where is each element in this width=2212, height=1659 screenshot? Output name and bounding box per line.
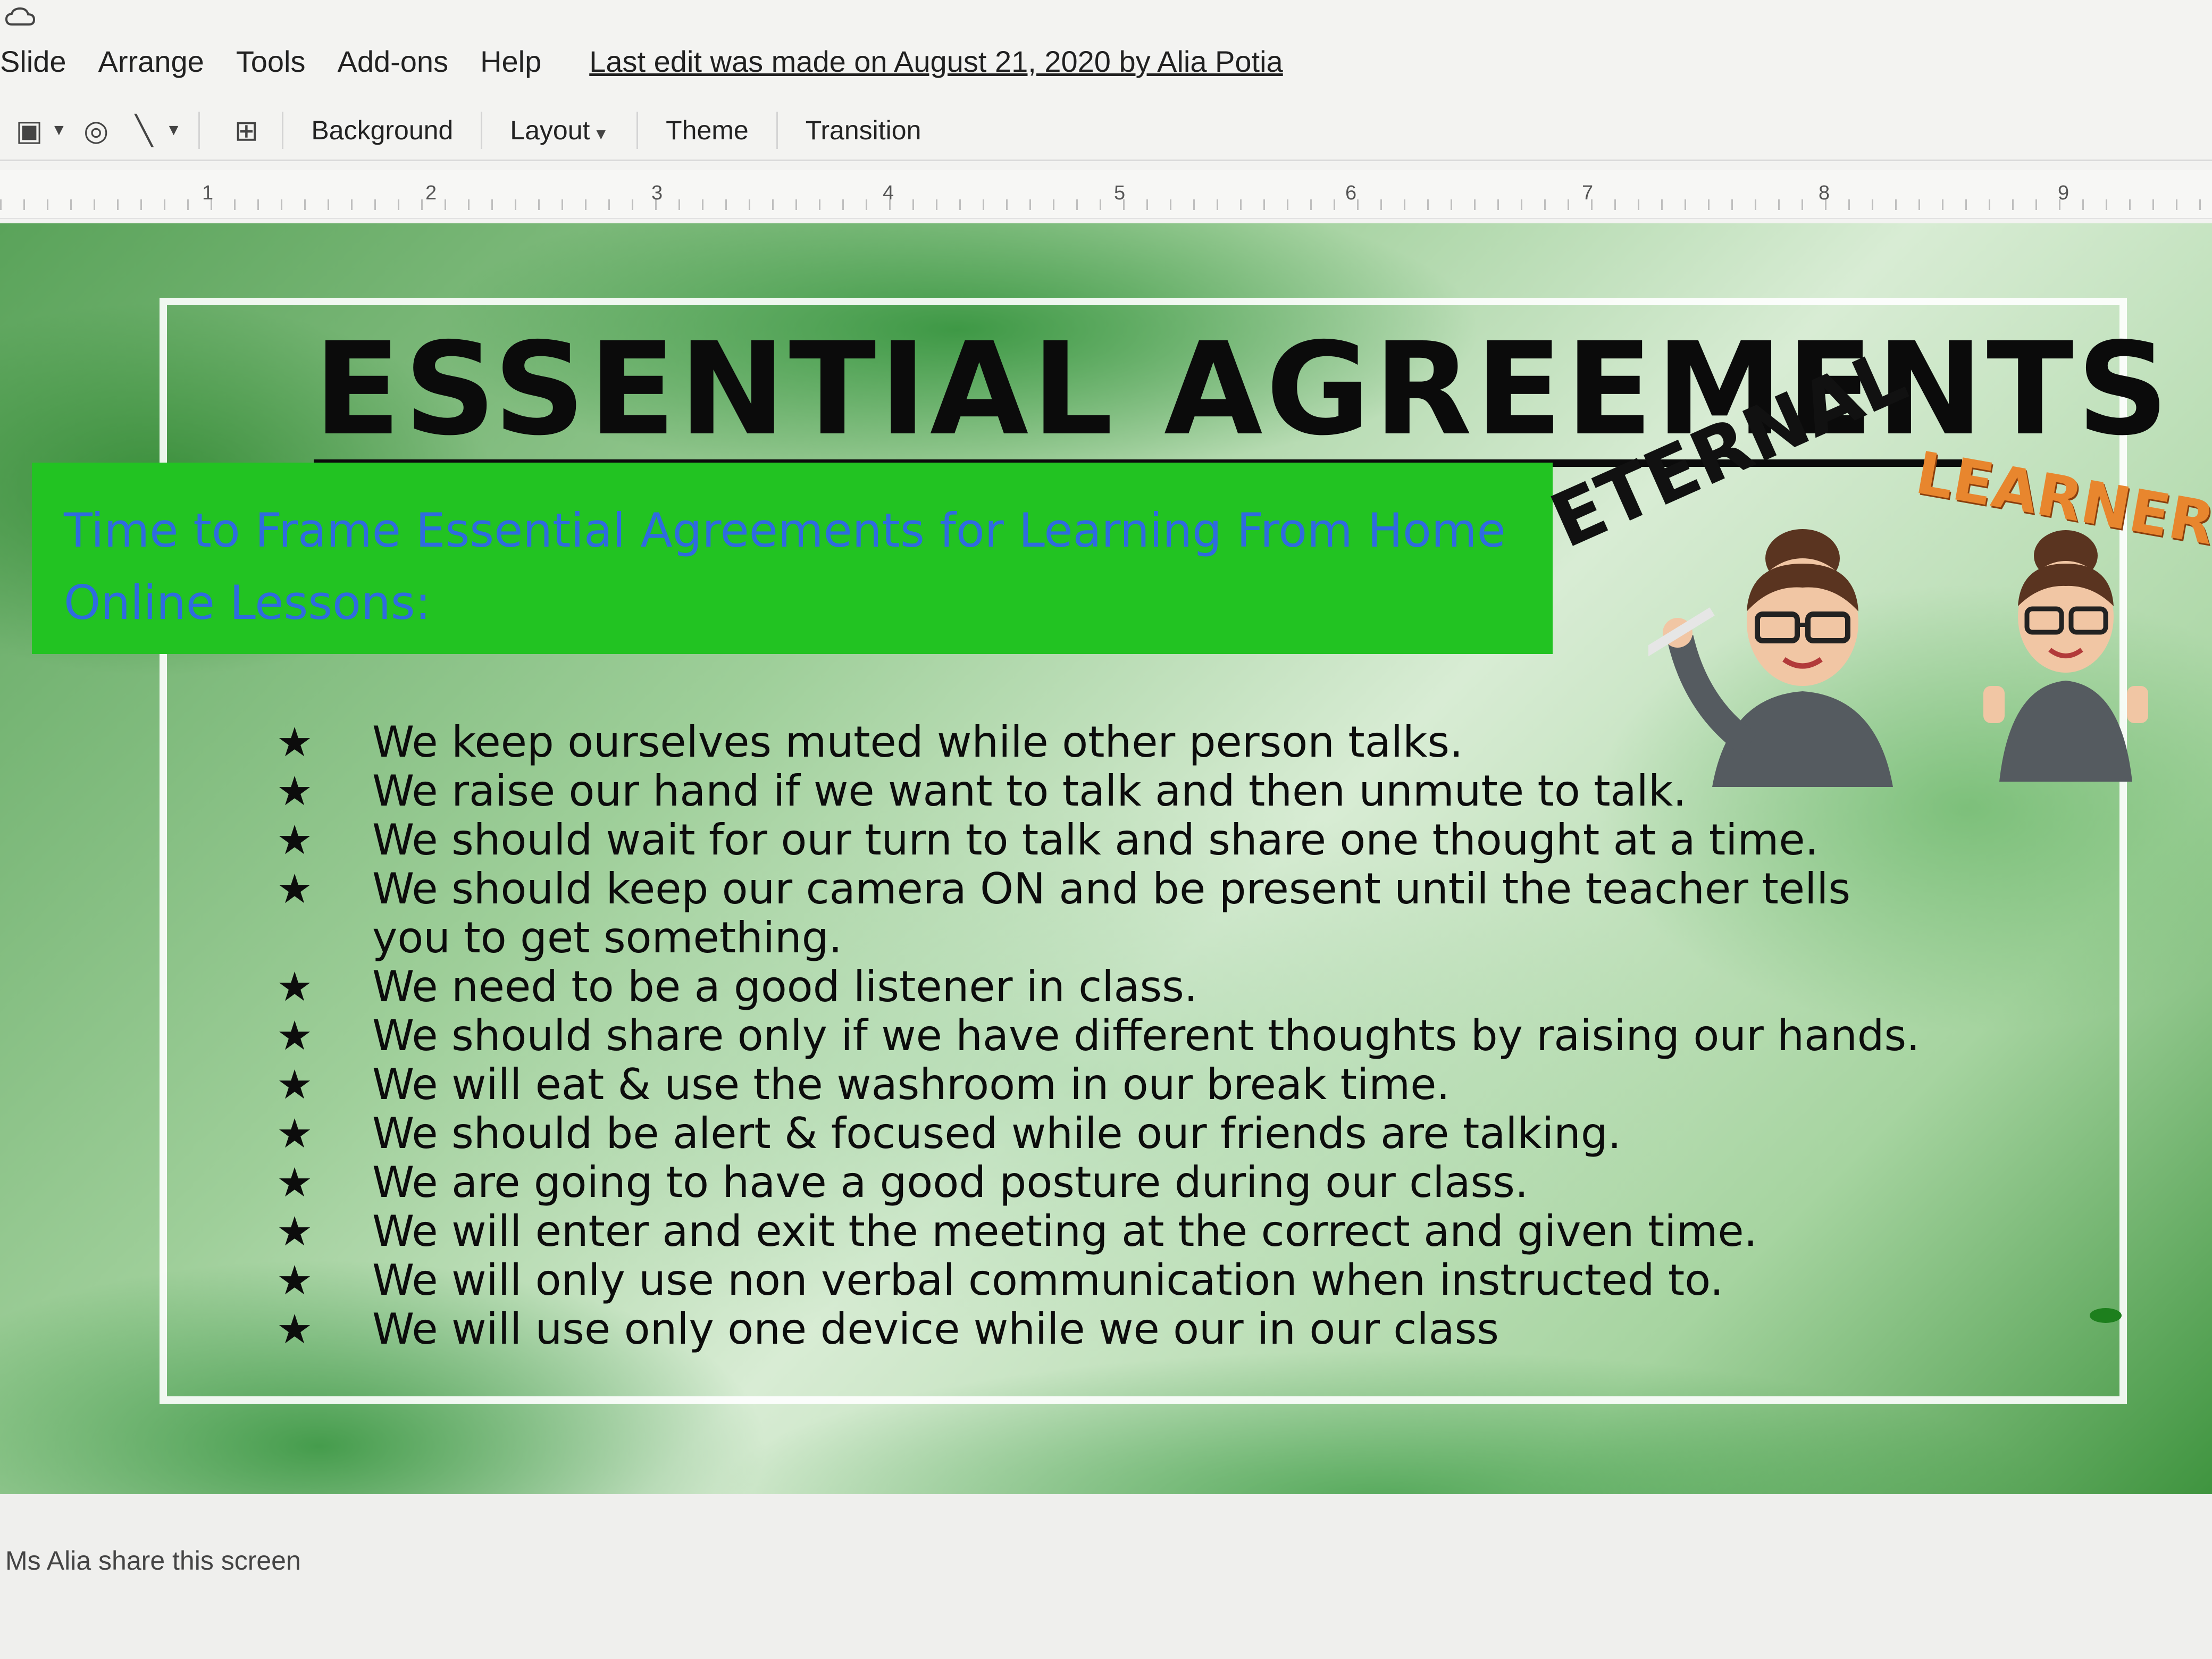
star-bullet-icon: ★ — [276, 816, 313, 864]
agreement-text: We should keep our camera ON and be pres… — [372, 864, 1851, 962]
list-item: ★ We will enter and exit the meeting at t… — [276, 1207, 1925, 1256]
image-insert-icon[interactable]: ▣ — [11, 112, 48, 149]
subtitle-line-2: Online Lessons: — [64, 575, 431, 630]
menu-slide[interactable]: Slide — [0, 44, 66, 79]
agreement-text: We should wait for our turn to talk and … — [372, 815, 1819, 865]
transition-button[interactable]: Transition — [795, 115, 932, 146]
ruler-mark: 7 — [1582, 182, 1594, 204]
menu-arrange[interactable]: Arrange — [98, 44, 204, 79]
menu-add-ons[interactable]: Add-ons — [338, 44, 449, 79]
horizontal-ruler[interactable]: 1 2 3 4 5 6 7 8 9 — [0, 170, 2212, 219]
google-slides-window: Slide Arrange Tools Add-ons Help Last ed… — [0, 0, 2212, 1659]
menu-tools[interactable]: Tools — [236, 44, 306, 79]
list-item: ★ We keep ourselves muted while other per… — [276, 718, 1925, 767]
agreement-text: We will only use non verbal communicatio… — [372, 1255, 1724, 1305]
agreement-text: We need to be a good listener in class. — [372, 962, 1198, 1011]
background-button[interactable]: Background — [300, 115, 464, 146]
star-bullet-icon: ★ — [276, 1110, 313, 1157]
subtitle-line-1: Time to Frame Essential Agreements for L… — [64, 503, 1506, 558]
cloud-save-icon[interactable] — [4, 6, 36, 28]
chevron-down-icon[interactable]: ▼ — [51, 121, 67, 139]
list-item: ★ We should be alert & focused while our … — [276, 1109, 1925, 1158]
agreement-text: We keep ourselves muted while other pers… — [372, 717, 1463, 767]
agreement-text: We will use only one device while we our… — [372, 1304, 1499, 1354]
list-item: ★ We should wait for our turn to talk and… — [276, 816, 1925, 865]
agreements-list[interactable]: ★ We keep ourselves muted while other per… — [276, 718, 1925, 1354]
chevron-down-icon[interactable]: ▼ — [166, 121, 182, 139]
list-item: ★ We should keep our camera ON and be pre… — [276, 865, 1925, 962]
decorative-paint-dot — [2090, 1308, 2122, 1323]
star-bullet-icon: ★ — [276, 1305, 313, 1353]
toolbar: ▣ ▼ ◎ ╲ ▼ ⊞ Background Layout ▼ Theme Tra… — [0, 101, 2212, 161]
star-bullet-icon: ★ — [276, 767, 313, 815]
list-item: ★ We need to be a good listener in class. — [276, 962, 1925, 1011]
star-bullet-icon: ★ — [276, 1061, 313, 1108]
list-item: ★ We should share only if we have differe… — [276, 1011, 1925, 1060]
line-icon[interactable]: ╲ — [125, 112, 163, 149]
star-bullet-icon: ★ — [276, 1159, 313, 1206]
toolbar-divider — [198, 112, 200, 149]
slide-canvas[interactable]: ESSENTIAL AGREEMENTS Time to Frame Essen… — [0, 223, 2212, 1494]
toolbar-divider — [282, 112, 284, 149]
menu-help[interactable]: Help — [480, 44, 541, 79]
ruler-mark: 1 — [202, 182, 214, 204]
teacher-avatar-thumbs-up[interactable] — [1978, 526, 2154, 782]
layout-button[interactable]: Layout ▼ — [499, 115, 619, 146]
speaker-notes-area[interactable]: Ms Alia share this screen — [0, 1494, 2212, 1659]
ruler-mark: 9 — [2058, 182, 2069, 204]
toolbar-divider — [481, 112, 483, 149]
star-bullet-icon: ★ — [276, 1012, 313, 1059]
ruler-mark: 2 — [425, 182, 437, 204]
ruler-mark: 3 — [651, 182, 663, 204]
list-item: ★ We will only use non verbal communicati… — [276, 1256, 1925, 1305]
ruler-mark: 5 — [1114, 182, 1126, 204]
star-bullet-icon: ★ — [276, 963, 313, 1010]
star-bullet-icon: ★ — [276, 718, 313, 766]
star-bullet-icon: ★ — [276, 1208, 313, 1255]
toolbar-divider — [776, 112, 778, 149]
agreement-text: We should share only if we have differen… — [372, 1011, 1920, 1060]
subtitle-box[interactable]: Time to Frame Essential Agreements for L… — [32, 463, 1553, 654]
screen-share-status: Ms Alia share this screen — [5, 1546, 301, 1576]
agreement-text: We will enter and exit the meeting at th… — [372, 1206, 1758, 1256]
star-bullet-icon: ★ — [276, 865, 313, 912]
agreement-text: We will eat & use the washroom in our br… — [372, 1060, 1450, 1109]
agreement-text: We are going to have a good posture duri… — [372, 1158, 1529, 1207]
ruler-mark: 8 — [1819, 182, 1830, 204]
shape-icon[interactable]: ◎ — [78, 112, 115, 149]
list-item: ★ We raise our hand if we want to talk an… — [276, 767, 1925, 816]
list-item: ★ We will use only one device while we ou… — [276, 1305, 1925, 1354]
menu-bar: Slide Arrange Tools Add-ons Help Last ed… — [0, 37, 2212, 85]
last-edit-link[interactable]: Last edit was made on August 21, 2020 by… — [589, 44, 1283, 79]
ruler-mark: 4 — [883, 182, 894, 204]
ruler-mark: 6 — [1345, 182, 1357, 204]
list-item: ★ We will eat & use the washroom in our b… — [276, 1060, 1925, 1109]
agreement-text: We raise our hand if we want to talk and… — [372, 766, 1687, 816]
list-item: ★ We are going to have a good posture dur… — [276, 1158, 1925, 1207]
toolbar-divider — [636, 112, 639, 149]
ruler-ticks — [0, 199, 2212, 210]
theme-button[interactable]: Theme — [655, 115, 759, 146]
agreement-text: We should be alert & focused while our f… — [372, 1109, 1622, 1158]
layout-label: Layout — [510, 115, 590, 145]
chevron-down-icon: ▼ — [593, 125, 609, 143]
star-bullet-icon: ★ — [276, 1256, 313, 1304]
add-comment-icon[interactable]: ⊞ — [228, 112, 265, 149]
